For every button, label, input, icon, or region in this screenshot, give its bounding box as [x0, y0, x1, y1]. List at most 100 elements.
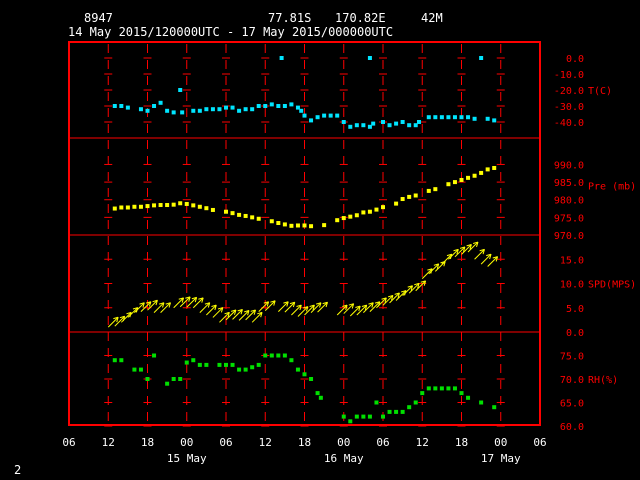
pres-point [224, 209, 228, 214]
pres-point [367, 209, 372, 214]
temp-point [400, 120, 405, 124]
temp-point [217, 107, 222, 112]
rh-point [341, 414, 346, 419]
pres-point [171, 202, 176, 207]
pres-point [479, 170, 484, 175]
x-tick-label: 06 [376, 436, 389, 449]
temp-point [407, 123, 412, 128]
rh-point [407, 405, 412, 410]
panel-title-wind: SPD(MPS) [588, 280, 636, 291]
y-tick-label: -10.0 [554, 70, 584, 81]
rh-point [263, 353, 268, 358]
pres-point [230, 211, 235, 216]
pres-point [407, 194, 412, 199]
pres-point [322, 223, 327, 228]
rh-point [243, 367, 248, 372]
rh-point [132, 367, 137, 372]
temp-point [302, 113, 307, 118]
y-tick-label: 70.0 [560, 375, 584, 386]
rh-point [250, 365, 255, 370]
rh-point [295, 367, 300, 372]
rh-point [282, 353, 287, 358]
pres-point [374, 207, 379, 212]
rh-point [309, 377, 314, 381]
pres-point [125, 205, 130, 210]
pres-point [132, 204, 137, 209]
temp-point [165, 108, 170, 113]
y-tick-label: -20.0 [554, 86, 584, 97]
y-tick-label: 975.0 [554, 213, 584, 224]
temp-point [197, 108, 202, 113]
x-tick-label: 18 [455, 436, 468, 449]
date-label: 17 May [481, 452, 521, 465]
temp-point [335, 113, 340, 118]
temp-point [354, 123, 359, 128]
y-tick-label: 990.0 [554, 160, 584, 171]
pres-point [354, 213, 359, 218]
x-tick-label: 12 [102, 436, 115, 449]
rh-point [400, 409, 405, 414]
station-id: 8947 [84, 11, 113, 25]
pres-point [138, 204, 143, 209]
temp-point [250, 107, 255, 112]
temp-point [145, 108, 150, 113]
x-tick-label: 12 [259, 436, 272, 449]
temp-point [224, 105, 228, 110]
rh-point [367, 414, 372, 419]
y-tick-label: 75.0 [560, 352, 584, 363]
temp-point [269, 102, 274, 107]
panel-title-rh: RH(%) [588, 375, 618, 386]
date-label: 16 May [324, 452, 364, 465]
y-tick-label: 980.0 [554, 196, 584, 207]
temp-point [328, 113, 333, 118]
pres-point [191, 203, 196, 208]
temp-point [112, 104, 117, 108]
rh-point [426, 386, 431, 391]
pres-point [276, 221, 281, 226]
temp-point [204, 107, 209, 112]
rh-point [492, 405, 497, 410]
temp-point [322, 113, 327, 118]
temp-point [439, 115, 444, 120]
y-tick-label: 5.0 [566, 304, 584, 315]
pres-point [309, 224, 314, 229]
time-range: 14 May 2015/120000UTC - 17 May 2015/0000… [68, 25, 393, 39]
pres-point [282, 222, 287, 227]
temp-point [394, 121, 399, 126]
temp-point [459, 115, 464, 120]
pres-point [400, 197, 405, 202]
rh-point [217, 362, 222, 367]
rh-point [318, 395, 323, 400]
pres-point [466, 175, 471, 180]
rh-point [138, 367, 143, 372]
meteogram: 8947 77.81S 170.82E 42M 14 May 2015/1200… [0, 0, 640, 480]
pres-point [210, 207, 215, 212]
rh-point [119, 358, 124, 363]
rh-point [112, 358, 117, 363]
rh-point [439, 386, 444, 391]
rh-point [413, 400, 418, 405]
rh-point [171, 377, 176, 381]
pres-point [119, 205, 124, 210]
temp-point [119, 104, 124, 108]
rh-point [152, 353, 157, 358]
x-tick-label: 06 [219, 436, 232, 449]
x-tick-label: 18 [298, 436, 311, 449]
pres-point [446, 182, 451, 187]
rh-point [269, 353, 274, 358]
pres-point [485, 167, 490, 172]
rh-point [446, 386, 451, 391]
pres-point [381, 205, 385, 210]
date-label: 15 May [167, 452, 207, 465]
station-elevation: 42M [421, 11, 443, 25]
y-tick-label: 60.0 [560, 422, 584, 433]
pres-point [341, 216, 346, 221]
temp-point [289, 102, 294, 107]
temp-point [282, 104, 287, 108]
rh-point [394, 409, 399, 414]
panel-title-pres: Pre (mb) [588, 182, 636, 193]
x-tick-label: 18 [141, 436, 154, 449]
pres-point [243, 213, 248, 218]
pres-point [394, 201, 399, 206]
chart-background [0, 0, 640, 480]
